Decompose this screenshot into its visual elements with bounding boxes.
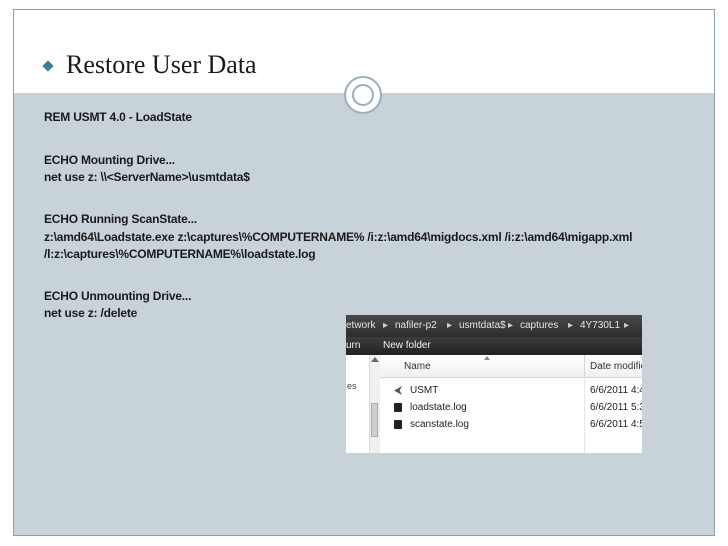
new-folder-button[interactable]: New folder	[383, 340, 431, 351]
script-line-loadstate: z:\amd64\Loadstate.exe z:\captures\%COMP…	[44, 230, 633, 244]
file-row[interactable]: USMT 6/6/2011 4:44	[380, 383, 642, 399]
sort-caret-icon	[484, 356, 490, 360]
ring-ornament-icon	[344, 76, 382, 114]
log-file-icon	[394, 420, 402, 429]
script-line-net-use: net use z: \\<ServerName>\usmtdata$	[44, 170, 250, 184]
breadcrumb-share[interactable]: usmtdata$	[459, 320, 506, 331]
column-header: Name Date modifie	[380, 355, 642, 378]
slide-title: Restore User Data	[66, 50, 257, 79]
file-name: scanstate.log	[410, 419, 469, 430]
breadcrumb-separator-icon: ▸	[624, 320, 630, 331]
breadcrumb-separator-icon: ▸	[383, 320, 389, 331]
nav-scrollbar[interactable]	[369, 355, 380, 453]
script-line-echo-unmount: ECHO Unmounting Drive...	[44, 289, 192, 303]
file-date: 6/6/2011 5:34	[590, 402, 642, 413]
column-name[interactable]: Name	[404, 361, 431, 372]
address-bar[interactable]: etwork ▸ nafiler-p2 ▸ usmtdata$ ▸ captur…	[346, 315, 642, 337]
breadcrumb-separator-icon: ▸	[568, 320, 574, 331]
scroll-thumb[interactable]	[371, 403, 378, 437]
breadcrumb-computer[interactable]: 4Y730L1	[580, 320, 620, 331]
column-date-modified[interactable]: Date modifie	[590, 361, 642, 372]
log-file-icon	[394, 403, 402, 412]
scroll-up-icon[interactable]	[371, 357, 379, 362]
file-date: 6/6/2011 4:51	[590, 419, 642, 430]
script-line-echo-mount: ECHO Mounting Drive...	[44, 153, 175, 167]
file-row[interactable]: loadstate.log 6/6/2011 5:34	[380, 400, 642, 416]
breadcrumb-separator-icon: ▸	[447, 320, 453, 331]
script-line-echo-run: ECHO Running ScanState...	[44, 212, 198, 226]
explorer-screenshot: etwork ▸ nafiler-p2 ▸ usmtdata$ ▸ captur…	[346, 315, 642, 453]
file-date: 6/6/2011 4:44	[590, 385, 642, 396]
file-name: USMT	[410, 385, 439, 396]
script-line-net-delete: net use z: /delete	[44, 306, 138, 320]
nav-item-fragment[interactable]: es	[347, 381, 357, 391]
file-row[interactable]: scanstate.log 6/6/2011 4:51	[380, 417, 642, 433]
column-divider[interactable]	[584, 355, 585, 377]
breadcrumb-server[interactable]: nafiler-p2	[395, 320, 437, 331]
script-line-log: /l:z:\captures\%COMPUTERNAME%\loadstate.…	[44, 247, 316, 261]
breadcrumb-separator-icon: ▸	[508, 320, 514, 331]
usmt-program-icon	[394, 386, 402, 395]
breadcrumb-network[interactable]: etwork	[346, 320, 375, 331]
toolbar-return-button[interactable]: urn	[346, 340, 360, 351]
breadcrumb-captures[interactable]: captures	[520, 320, 558, 331]
file-name: loadstate.log	[410, 402, 467, 413]
script-line-rem: REM USMT 4.0 - LoadState	[44, 110, 192, 124]
toolbar: urn New folder	[346, 337, 642, 355]
